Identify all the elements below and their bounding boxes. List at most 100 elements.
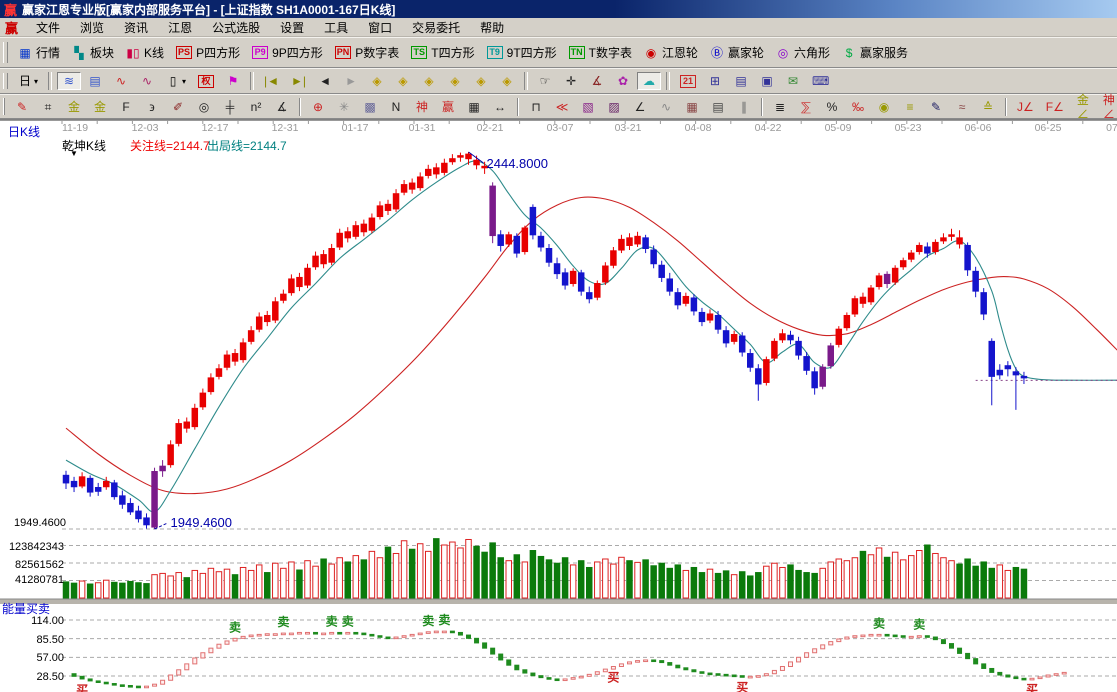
- gold-circle-button[interactable]: ◉: [872, 98, 896, 116]
- goto-last-button[interactable]: ►|: [286, 72, 311, 90]
- parallel-lines-button[interactable]: ∥: [732, 98, 756, 116]
- notepad-button[interactable]: ▤: [729, 72, 753, 90]
- f-angle-button[interactable]: F∠: [1041, 98, 1069, 116]
- calendar-button[interactable]: 21: [675, 73, 701, 90]
- draw-brush-button[interactable]: ✐: [166, 98, 190, 116]
- zoom-in-y-button[interactable]: ◈: [443, 72, 467, 90]
- draw-pencil-button[interactable]: ✎: [10, 98, 34, 116]
- gann-web-button[interactable]: ▩: [358, 98, 382, 116]
- zoom-in-x-button[interactable]: ◈: [391, 72, 415, 90]
- menu-2[interactable]: 资讯: [114, 18, 158, 37]
- zoom-reset-button[interactable]: ◈: [495, 72, 519, 90]
- gold-level-button[interactable]: ≡: [898, 98, 922, 116]
- grid-dense-button[interactable]: ▦: [680, 98, 704, 116]
- gann-wheel-button[interactable]: ◉ 江恩轮: [639, 42, 703, 63]
- menu-3[interactable]: 江恩: [158, 18, 202, 37]
- fan-lines-button[interactable]: ≪: [550, 98, 574, 116]
- zoom-out-x-button[interactable]: ◈: [365, 72, 389, 90]
- 9p-square-button[interactable]: P9 9P四方形: [247, 42, 328, 63]
- hand-tool-button[interactable]: ☞: [533, 72, 557, 90]
- step-back-button[interactable]: ◄: [313, 72, 337, 90]
- calculator-button[interactable]: ⊞: [703, 72, 727, 90]
- wave-fit-button[interactable]: ≈: [950, 98, 974, 116]
- rights-adjust-button[interactable]: 权: [193, 73, 219, 90]
- goto-first-button[interactable]: |◄: [259, 72, 284, 90]
- hexagon-button[interactable]: ◎ 六角形: [771, 42, 835, 63]
- scribble-tool-button[interactable]: ≋: [57, 72, 82, 90]
- menu-8[interactable]: 交易委托: [402, 18, 470, 37]
- gann-target-button[interactable]: ⊕: [306, 98, 330, 116]
- step-forward-button[interactable]: ►: [339, 72, 363, 90]
- gold-band-button[interactable]: ≙: [976, 98, 1000, 116]
- num-grid-button[interactable]: ▦: [462, 98, 486, 116]
- kline-button[interactable]: ▮▯ K线: [121, 42, 169, 63]
- t-number-table-button[interactable]: TN T数字表: [564, 42, 637, 63]
- n-square-button[interactable]: n²: [244, 98, 268, 116]
- notes-tool-button[interactable]: ▤: [83, 72, 107, 90]
- p-number-table-button[interactable]: PN P数字表: [330, 42, 405, 63]
- fibonacci-lines-button[interactable]: F: [114, 98, 138, 116]
- angle-line-button[interactable]: ∠: [628, 98, 652, 116]
- period-daily-button[interactable]: 日 ▾: [13, 72, 43, 90]
- percent-range-button[interactable]: ⅀: [794, 98, 818, 116]
- time-circle-button[interactable]: ◎: [192, 98, 216, 116]
- toolbar-grip[interactable]: [3, 72, 8, 90]
- menu-4[interactable]: 公式选股: [202, 18, 270, 37]
- k-mark-button[interactable]: Ν: [384, 98, 408, 116]
- t-square-button[interactable]: TS T四方形: [406, 42, 479, 63]
- win-grid-button[interactable]: 赢: [436, 98, 460, 116]
- stats-list-button[interactable]: ≣: [768, 98, 792, 116]
- angle-measure-button[interactable]: ∡: [585, 72, 609, 90]
- menu-7[interactable]: 窗口: [358, 18, 402, 37]
- spiral-tool-button[interactable]: ϶: [140, 98, 164, 116]
- winner-wheel-button[interactable]: Ⓑ 赢家轮: [705, 42, 769, 63]
- grid-wide-button[interactable]: ▤: [706, 98, 730, 116]
- quotes-button[interactable]: ▦ 行情: [13, 42, 65, 63]
- shade-box-button[interactable]: ▨: [602, 98, 626, 116]
- menu-0[interactable]: 文件: [26, 18, 70, 37]
- shen-angle-button[interactable]: 神∠: [1097, 91, 1117, 123]
- zoom-out-y-button[interactable]: ◈: [417, 72, 441, 90]
- toolbar-grip[interactable]: [3, 98, 5, 115]
- bar-grid-button[interactable]: ╪: [218, 98, 242, 116]
- menu-9[interactable]: 帮助: [470, 18, 514, 37]
- 9t-square-button[interactable]: T9 9T四方形: [482, 42, 562, 63]
- gold-angle-button[interactable]: 金∠: [1071, 91, 1095, 123]
- draw-pen-2-button[interactable]: ✎: [924, 98, 948, 116]
- shen-grid-button[interactable]: 神: [410, 98, 434, 116]
- zoom-all-button[interactable]: ◈: [469, 72, 493, 90]
- cloud-tool-button[interactable]: ☁: [637, 72, 662, 90]
- chevron-down-icon[interactable]: ▼: [70, 149, 78, 158]
- percent-line-button[interactable]: ‰: [846, 98, 870, 116]
- menu-1[interactable]: 浏览: [70, 18, 114, 37]
- ktype-selector[interactable]: 乾坤K线: [62, 137, 106, 154]
- crosshair-tool-button[interactable]: ✛: [559, 72, 583, 90]
- menu-5[interactable]: 设置: [270, 18, 314, 37]
- mail-button[interactable]: ✉: [781, 72, 805, 90]
- p-square-button[interactable]: PS P四方形: [171, 42, 245, 63]
- span-arrow-button[interactable]: ↔: [488, 98, 512, 116]
- grid-lines-button[interactable]: ⌗: [36, 98, 60, 116]
- gann-star-button[interactable]: ✳: [332, 98, 356, 116]
- fan-box-button[interactable]: ▧: [576, 98, 600, 116]
- flower-tool-button[interactable]: ✿: [611, 72, 635, 90]
- winner-service-button[interactable]: $ 赢家服务: [837, 42, 913, 63]
- zigzag-line-button[interactable]: ∿: [654, 98, 678, 116]
- chart-area[interactable]: 11-19 12-03 12-17 12-31 01-17 01-31 02-21 03-07…: [0, 119, 1117, 692]
- angle-ruler-button[interactable]: ∡: [270, 98, 294, 116]
- flag-tool-button[interactable]: ⚑: [221, 72, 245, 90]
- channel-tool-button[interactable]: ⊓: [524, 98, 548, 116]
- gold-section-1-button[interactable]: 金: [62, 98, 86, 116]
- sectors-button[interactable]: ▚ 板块: [67, 42, 119, 63]
- percent-button[interactable]: %: [820, 98, 844, 116]
- kline-chart[interactable]: 11-19 12-03 12-17 12-31 01-17 01-31 02-21 03-07…: [0, 120, 1117, 692]
- toolbar-grip[interactable]: [3, 42, 8, 63]
- gold-section-2-button[interactable]: 金: [88, 98, 112, 116]
- menu-6[interactable]: 工具: [314, 18, 358, 37]
- candle-style-button[interactable]: ▯ ▾: [161, 72, 191, 90]
- computer-button[interactable]: ⌨: [807, 72, 834, 90]
- kline-9-button[interactable]: ∿: [135, 72, 159, 90]
- j-angle-button[interactable]: J∠: [1012, 98, 1039, 116]
- save-button[interactable]: ▣: [755, 72, 779, 90]
- kline-3-button[interactable]: ∿: [109, 72, 133, 90]
